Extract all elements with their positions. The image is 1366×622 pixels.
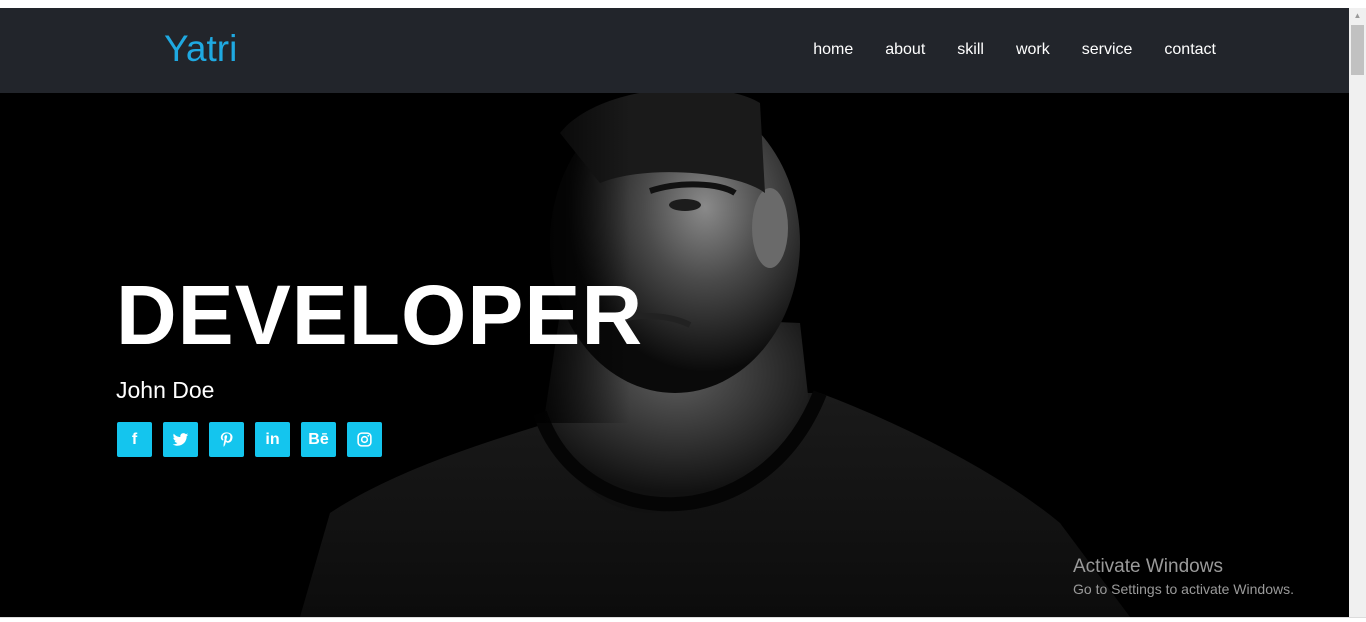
social-links: f in Bē [117, 422, 382, 457]
hero-title: DEVELOPER [116, 268, 644, 362]
instagram-button[interactable] [347, 422, 382, 457]
hero-name: John Doe [116, 377, 215, 403]
twitter-button[interactable] [163, 422, 198, 457]
nav-skill[interactable]: skill [957, 41, 984, 59]
facebook-button[interactable]: f [117, 422, 152, 457]
twitter-icon [172, 433, 189, 446]
browser-bottom-edge [0, 617, 1366, 622]
browser-top-edge [0, 0, 1366, 8]
pinterest-icon [220, 432, 233, 447]
hero-section: DEVELOPER John Doe f in Bē [0, 93, 1349, 617]
vertical-scrollbar[interactable]: ▲ [1349, 8, 1366, 617]
behance-button[interactable]: Bē [301, 422, 336, 457]
facebook-icon: f [131, 430, 138, 448]
linkedin-button[interactable]: in [255, 422, 290, 457]
navbar: Yatri home about skill work service cont… [0, 8, 1349, 93]
nav-contact[interactable]: contact [1164, 41, 1216, 59]
watermark-title: Activate Windows [1073, 556, 1223, 577]
brand-logo[interactable]: Yatri [164, 30, 237, 67]
instagram-icon [357, 432, 372, 447]
watermark-subtitle: Go to Settings to activate Windows. [1073, 581, 1294, 597]
nav-work[interactable]: work [1016, 41, 1050, 59]
activate-windows-watermark: Activate Windows Go to Settings to activ… [1073, 556, 1294, 600]
nav-service[interactable]: service [1082, 41, 1133, 59]
pinterest-button[interactable] [209, 422, 244, 457]
scroll-up-arrow-icon[interactable]: ▲ [1349, 8, 1366, 23]
behance-icon: Bē [308, 430, 329, 448]
nav-home[interactable]: home [813, 41, 853, 59]
scroll-thumb[interactable] [1351, 25, 1364, 75]
linkedin-icon: in [265, 430, 280, 448]
page-viewport: Yatri home about skill work service cont… [0, 8, 1349, 617]
main-nav: home about skill work service contact [813, 41, 1216, 59]
nav-about[interactable]: about [885, 41, 925, 59]
